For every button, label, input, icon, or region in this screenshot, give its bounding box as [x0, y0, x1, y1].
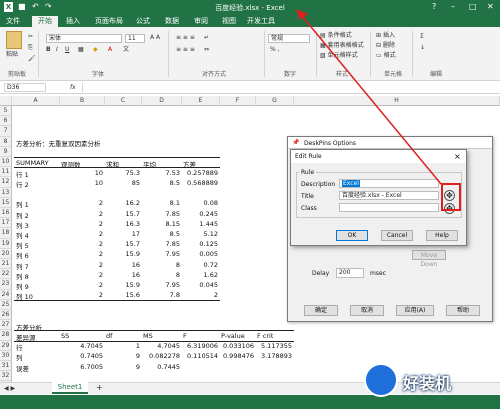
watermark-text: 好装机 — [403, 374, 452, 393]
annotation-arrow — [296, 9, 442, 185]
watermark-logo-icon — [364, 363, 398, 397]
